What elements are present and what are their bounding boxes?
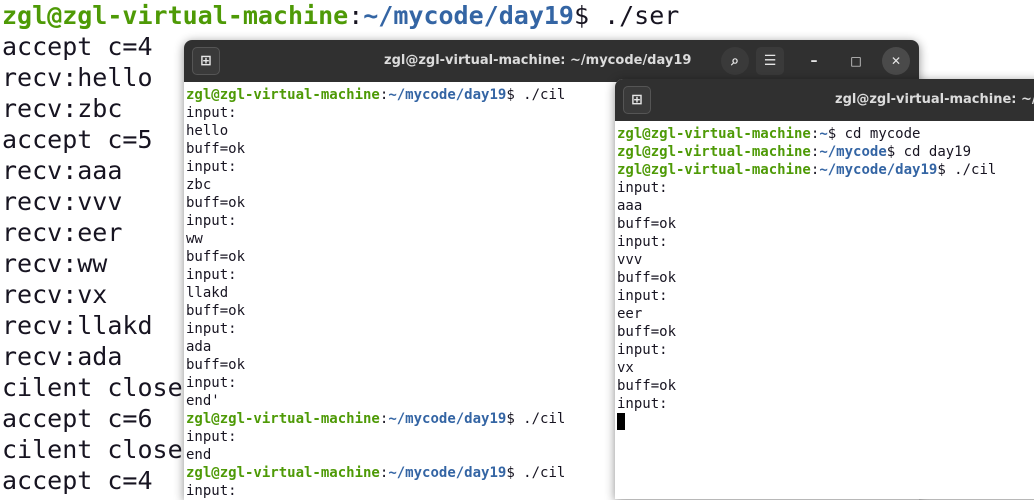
maximize-icon[interactable]: □ (842, 47, 870, 75)
terminal-line: vvv (617, 252, 643, 268)
prompt-user: zgl@zgl-virtual-machine (186, 87, 380, 103)
terminal-line: buff=ok (617, 216, 677, 232)
prompt-path: ~/mycode/day19 (388, 465, 507, 481)
terminal-line: buff=ok (617, 324, 677, 340)
prompt-command: $ ./cil (506, 411, 566, 427)
terminal-window-front[interactable]: ⊞ zgl@zgl-virtual-machine: ~/m zgl@zgl-v… (615, 79, 1034, 499)
prompt-path: ~/mycode/day19 (388, 411, 507, 427)
prompt-path: ~ (819, 126, 828, 142)
prompt-command: $ ./cil (506, 465, 566, 481)
new-tab-icon[interactable]: ⊞ (623, 86, 651, 114)
terminal-prompt-line: zgl@zgl-virtual-machine:~/mycode/day19$ … (617, 161, 1034, 179)
window-titlebar[interactable]: ⊞ zgl@zgl-virtual-machine: ~/m (615, 79, 1034, 121)
terminal-line: buff=ok (617, 378, 677, 394)
prompt-user: zgl@zgl-virtual-machine (186, 465, 380, 481)
minimize-icon[interactable]: – (800, 47, 828, 75)
terminal-line: input: (617, 234, 668, 250)
terminal-line: input: (617, 180, 668, 196)
terminal-line: input: (617, 288, 668, 304)
terminal-line: buff=ok (617, 270, 677, 286)
prompt-path: ~/mycode (819, 144, 887, 160)
search-icon[interactable]: ⌕ (721, 47, 749, 75)
prompt-command: $ ./cil (506, 87, 566, 103)
prompt-command: $ ./cil (937, 162, 997, 178)
terminal-prompt-line: zgl@zgl-virtual-machine:~$ cd mycode (617, 125, 1034, 143)
terminal-prompt-line: zgl@zgl-virtual-machine:~/mycode/day19$ … (2, 1, 680, 30)
window-title: zgl@zgl-virtual-machine: ~/m (835, 92, 1034, 107)
terminal-line: input: (617, 342, 668, 358)
terminal-line: vx (617, 360, 634, 376)
prompt-path: ~/mycode/day19 (388, 87, 507, 103)
menu-icon[interactable]: ☰ (756, 47, 784, 75)
terminal-prompt-line: zgl@zgl-virtual-machine:~/mycode$ cd day… (617, 143, 1034, 161)
prompt-user: zgl@zgl-virtual-machine (617, 144, 811, 160)
prompt-user: zgl@zgl-virtual-machine (617, 126, 811, 142)
cursor-line (617, 413, 1034, 432)
terminal-line: aaa (617, 198, 643, 214)
terminal-output[interactable]: zgl@zgl-virtual-machine:~$ cd mycode zgl@… (615, 121, 1034, 432)
terminal-cursor (617, 413, 625, 430)
prompt-user: zgl@zgl-virtual-machine (617, 162, 811, 178)
window-title: zgl@zgl-virtual-machine: ~/mycode/day19 (384, 53, 692, 68)
prompt-path: ~/mycode/day19 (819, 162, 938, 178)
close-icon[interactable]: ✕ (882, 47, 910, 75)
window-titlebar[interactable]: ⊞ zgl@zgl-virtual-machine: ~/mycode/day1… (184, 40, 919, 82)
new-tab-icon[interactable]: ⊞ (192, 47, 220, 75)
prompt-command: $ cd day19 (886, 144, 972, 160)
terminal-line: input: (617, 396, 668, 412)
prompt-command: $ cd mycode (827, 126, 921, 142)
terminal-line: eer (617, 306, 643, 322)
prompt-user: zgl@zgl-virtual-machine (186, 411, 380, 427)
